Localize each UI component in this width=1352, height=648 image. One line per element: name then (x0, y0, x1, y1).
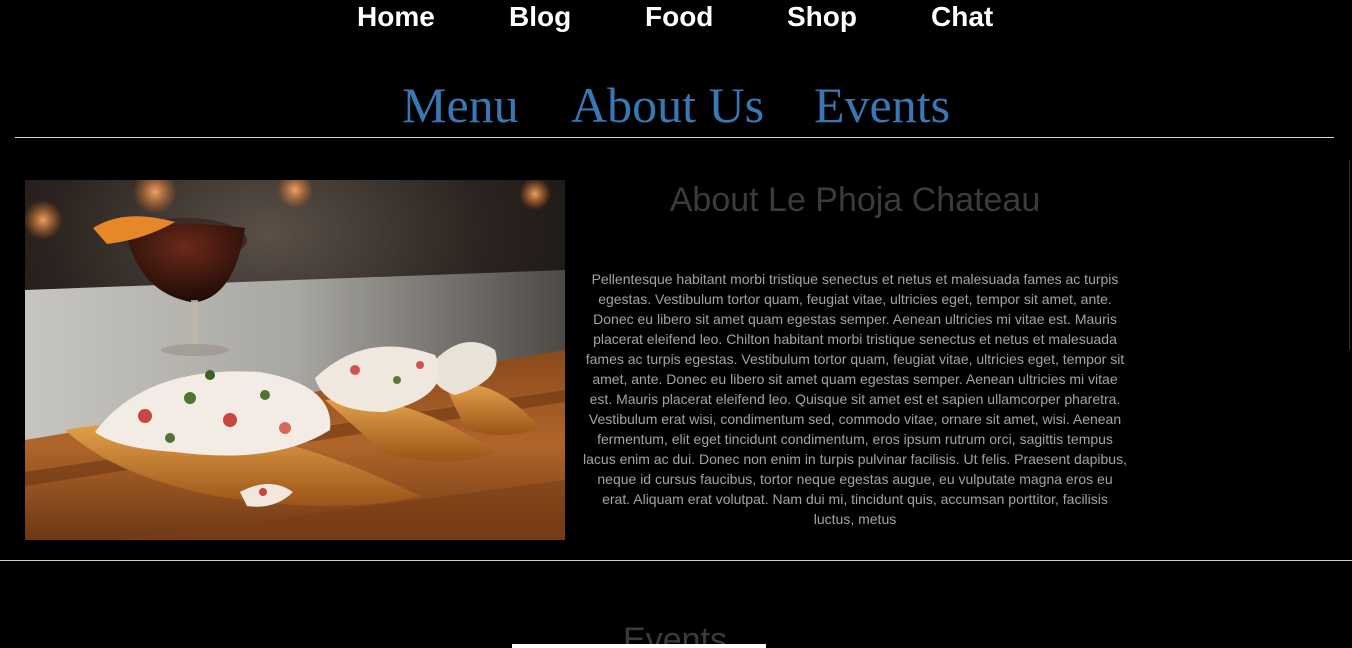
sub-nav-link-about-us[interactable]: About Us (571, 75, 764, 135)
section-divider (0, 560, 1352, 561)
nav-link-food[interactable]: Food (645, 0, 713, 34)
events-underline-bar (512, 644, 766, 648)
nav-link-shop[interactable]: Shop (787, 0, 857, 34)
top-nav: Home Blog Food Shop Chat (0, 0, 1352, 36)
sub-nav-link-menu[interactable]: Menu (402, 75, 519, 135)
header-divider (15, 137, 1334, 138)
nav-link-blog[interactable]: Blog (509, 0, 571, 34)
food-photo (25, 180, 565, 540)
nav-link-chat[interactable]: Chat (931, 0, 993, 34)
about-body-text: Pellentesque habitant morbi tristique se… (583, 271, 1127, 527)
scrollbar-edge[interactable] (1349, 160, 1350, 350)
about-title: About Le Phoja Chateau (669, 181, 1041, 219)
nav-link-home[interactable]: Home (357, 0, 435, 34)
sub-nav-link-events[interactable]: Events (814, 75, 950, 135)
